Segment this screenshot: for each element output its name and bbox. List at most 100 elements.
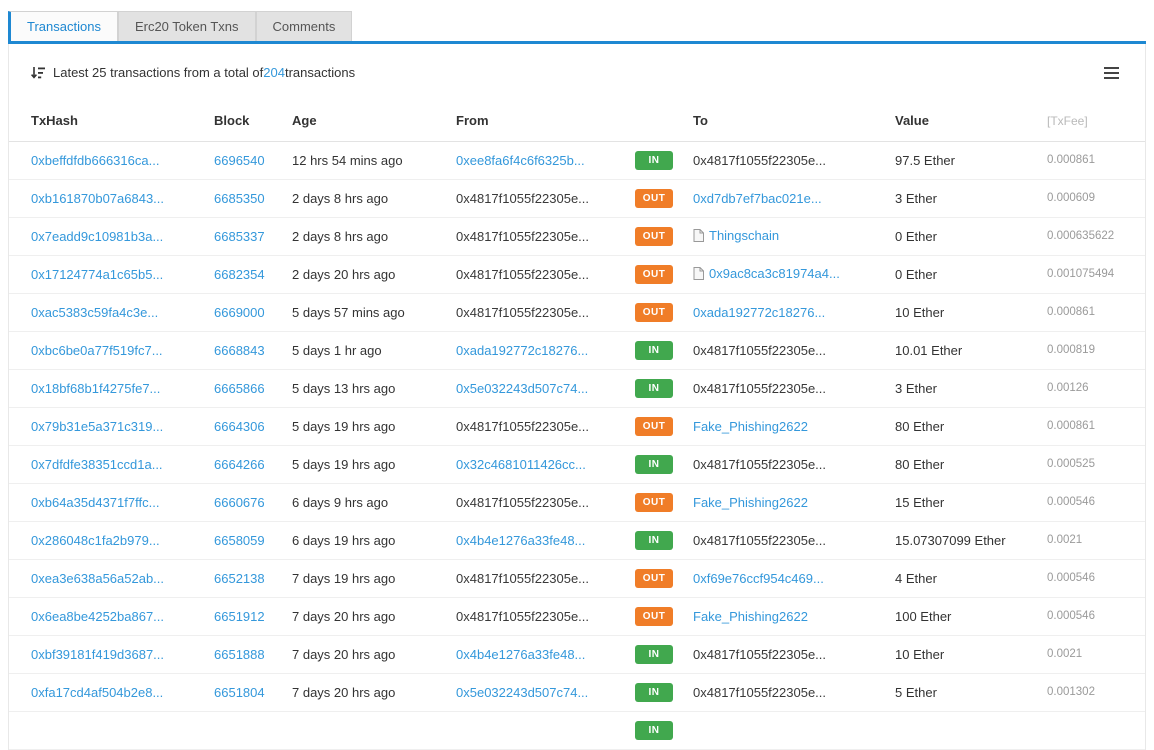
table-row: 0xea3e638a56a52ab... 6652138 7 days 19 h… [9, 559, 1145, 597]
age-text: 7 days 20 hrs ago [292, 684, 396, 700]
tab-transactions[interactable]: Transactions [8, 11, 118, 41]
total-transactions-link[interactable]: 204 [263, 65, 285, 80]
txhash-link[interactable]: 0x286048c1fa2b979... [31, 533, 160, 548]
txhash-link[interactable]: 0xbc6be0a77f519fc7... [31, 343, 163, 358]
txfee-text: 0.000546 [1047, 496, 1095, 508]
age-text: 12 hrs 54 mins ago [292, 152, 403, 168]
from-address[interactable]: 0x5e032243d507c74... [456, 381, 588, 396]
block-link[interactable]: 6682354 [214, 267, 265, 282]
txhash-link[interactable]: 0xea3e638a56a52ab... [31, 571, 164, 586]
to-address[interactable]: 0xada192772c18276... [693, 305, 825, 320]
from-address[interactable]: 0x4b4e1276a33fe48... [456, 647, 585, 662]
to-address[interactable]: 0x9ac8ca3c81974a4... [709, 266, 840, 281]
to-address: 0x4817f1055f22305e... [693, 646, 827, 662]
direction-badge: OUT [635, 568, 673, 588]
txhash-link[interactable]: 0xb161870b07a6843... [31, 191, 164, 206]
tab-comments[interactable]: Comments [255, 11, 353, 41]
summary-prefix: Latest 25 transactions from a total of [53, 65, 264, 80]
contract-icon [693, 228, 704, 245]
age-text: 7 days 20 hrs ago [292, 646, 396, 662]
col-header-txhash: TxHash [9, 101, 214, 142]
direction-badge: IN [635, 720, 673, 740]
age-text: 2 days 8 hrs ago [292, 190, 389, 206]
txfee-text: 0.000861 [1047, 420, 1095, 432]
from-address: 0x4817f1055f22305e... [456, 304, 590, 320]
from-address: 0x4817f1055f22305e... [456, 190, 590, 206]
txhash-link[interactable]: 0x7eadd9c10981b3a... [31, 229, 163, 244]
txfee-text: 0.00126 [1047, 382, 1089, 394]
age-text: 5 days 57 mins ago [292, 304, 405, 320]
to-address[interactable]: Fake_Phishing2622 [693, 495, 808, 510]
value-text [895, 711, 1047, 749]
table-row: 0x6ea8be4252ba867... 6651912 7 days 20 h… [9, 597, 1145, 635]
from-address[interactable]: 0x4b4e1276a33fe48... [456, 533, 585, 548]
block-link[interactable]: 6696540 [214, 153, 265, 168]
txhash-link[interactable]: 0x18bf68b1f4275fe7... [31, 381, 160, 396]
txfee-text: 0.000546 [1047, 572, 1095, 584]
to-address: 0x4817f1055f22305e... [693, 456, 827, 472]
direction-badge: IN [635, 454, 673, 474]
to-address: 0x4817f1055f22305e... [693, 532, 827, 548]
block-link[interactable]: 6665866 [214, 381, 265, 396]
block-link[interactable]: 6664266 [214, 457, 265, 472]
panel-header: Latest 25 transactions from a total of 2… [9, 44, 1145, 101]
block-link[interactable]: 6685350 [214, 191, 265, 206]
txhash-link[interactable]: 0x17124774a1c65b5... [31, 267, 163, 282]
from-address[interactable]: 0x5e032243d507c74... [456, 685, 588, 700]
transactions-summary: Latest 25 transactions from a total of 2… [53, 65, 355, 80]
from-address: 0x4817f1055f22305e... [456, 418, 590, 434]
txhash-link[interactable]: 0x7dfdfe38351ccd1a... [31, 457, 163, 472]
from-address[interactable]: 0xee8fa6f4c6f6325b... [456, 153, 585, 168]
txhash-link[interactable]: 0xbf39181f419d3687... [31, 647, 164, 662]
from-address: 0x4817f1055f22305e... [456, 494, 590, 510]
age-text: 5 days 19 hrs ago [292, 418, 396, 434]
to-address: 0x4817f1055f22305e... [693, 380, 827, 396]
col-header-block: Block [214, 101, 292, 142]
txhash-link[interactable]: 0xac5383c59fa4c3e... [31, 305, 158, 320]
to-address[interactable]: 0xf69e76ccf954c469... [693, 571, 824, 586]
tab-erc20-token-txns[interactable]: Erc20 Token Txns [117, 11, 256, 41]
block-link[interactable]: 6651912 [214, 609, 265, 624]
block-link[interactable]: 6651888 [214, 647, 265, 662]
direction-badge: OUT [635, 416, 673, 436]
direction-badge: OUT [635, 302, 673, 322]
value-text: 5 Ether [895, 684, 937, 700]
block-link[interactable]: 6651804 [214, 685, 265, 700]
txhash-link[interactable]: 0xb64a35d4371f7ffc... [31, 495, 159, 510]
summary-suffix: transactions [284, 65, 356, 80]
txfee-text: 0.000635622 [1047, 230, 1115, 242]
to-address[interactable]: Fake_Phishing2622 [693, 609, 808, 624]
sort-amount-icon [31, 66, 45, 80]
to-address: 0x4817f1055f22305e... [693, 152, 827, 168]
age-text: 2 days 8 hrs ago [292, 228, 389, 244]
from-address[interactable]: 0x32c4681011426cc... [456, 457, 586, 472]
block-link[interactable]: 6669000 [214, 305, 265, 320]
direction-badge: IN [635, 682, 673, 702]
direction-badge: IN [635, 644, 673, 664]
age-text: 5 days 19 hrs ago [292, 456, 396, 472]
block-link[interactable]: 6652138 [214, 571, 265, 586]
hamburger-menu-icon[interactable] [1100, 60, 1123, 86]
direction-badge: OUT [635, 492, 673, 512]
block-link[interactable]: 6658059 [214, 533, 265, 548]
txfee-text: 0.000861 [1047, 154, 1095, 166]
to-address[interactable]: 0xd7db7ef7bac021e... [693, 191, 822, 206]
block-link[interactable]: 6660676 [214, 495, 265, 510]
txhash-link[interactable]: 0xbeffdfdb666316ca... [31, 153, 159, 168]
direction-badge: OUT [635, 264, 673, 284]
txfee-text [1047, 711, 1145, 749]
txhash-link[interactable]: 0x6ea8be4252ba867... [31, 609, 164, 624]
value-text: 0 Ether [895, 228, 937, 244]
from-address[interactable]: 0xada192772c18276... [456, 343, 588, 358]
txfee-text: 0.0021 [1047, 648, 1083, 660]
from-address: 0x4817f1055f22305e... [456, 608, 590, 624]
block-link[interactable]: 6668843 [214, 343, 265, 358]
txhash-link[interactable]: 0x79b31e5a371c319... [31, 419, 163, 434]
value-text: 97.5 Ether [895, 152, 955, 168]
block-link[interactable]: 6664306 [214, 419, 265, 434]
to-address[interactable]: Thingschain [709, 228, 779, 243]
txhash-link[interactable]: 0xfa17cd4af504b2e8... [31, 685, 163, 700]
to-address[interactable]: Fake_Phishing2622 [693, 419, 808, 434]
table-row: 0xb64a35d4371f7ffc... 6660676 6 days 9 h… [9, 483, 1145, 521]
block-link[interactable]: 6685337 [214, 229, 265, 244]
